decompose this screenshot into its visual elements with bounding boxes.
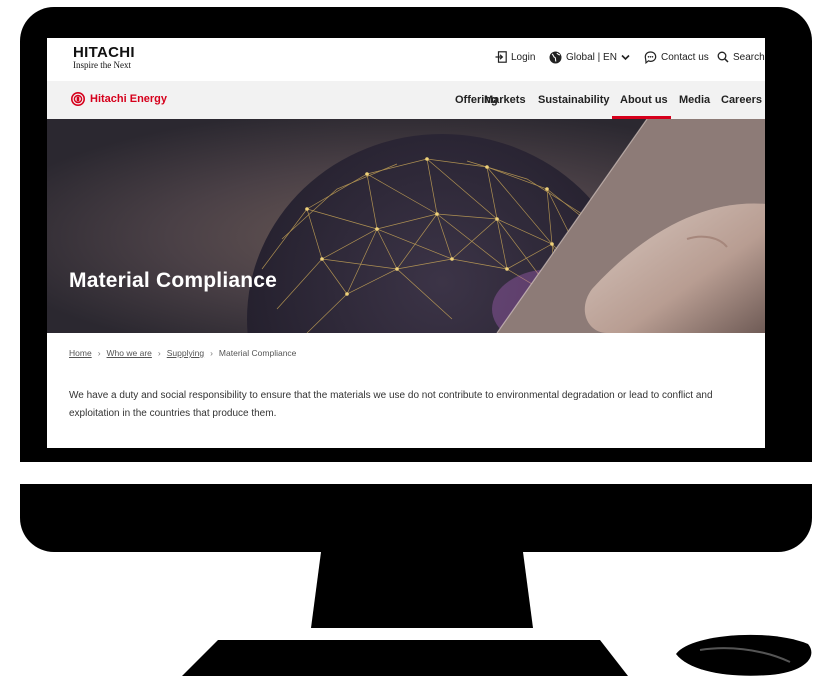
breadcrumb-separator: ›	[97, 348, 101, 358]
page-title: Material Compliance	[69, 269, 278, 292]
hitachi-energy-logo-icon	[71, 92, 85, 106]
browser-screen: HITACHI Inspire the Next Login Global | …	[47, 38, 765, 448]
nav-item-markets[interactable]: Markets	[484, 94, 526, 106]
keyboard-shape	[182, 640, 628, 676]
contact-label: Contact us	[661, 52, 709, 63]
search-icon	[717, 51, 729, 63]
brand-name: HITACHI	[73, 44, 135, 61]
chat-icon	[644, 51, 657, 64]
region-selector[interactable]: Global | EN	[549, 51, 630, 64]
search-link[interactable]: Search	[717, 51, 765, 63]
hero-network-image	[47, 119, 765, 333]
hitachi-energy-logo[interactable]: Hitachi Energy	[71, 92, 167, 106]
hitachi-brand[interactable]: HITACHI Inspire the Next	[73, 45, 135, 70]
login-label: Login	[511, 51, 536, 63]
login-icon	[495, 51, 507, 63]
brand-tagline: Inspire the Next	[73, 60, 131, 70]
intro-paragraph: We have a duty and social responsibility…	[69, 390, 713, 419]
utility-bar: HITACHI Inspire the Next Login Global | …	[47, 38, 765, 81]
nav-item-sustainability[interactable]: Sustainability	[538, 94, 610, 106]
breadcrumb-separator: ›	[157, 348, 161, 358]
breadcrumb-home[interactable]: Home	[69, 348, 92, 358]
breadcrumb-current: Material Compliance	[218, 348, 297, 358]
contact-link[interactable]: Contact us	[644, 51, 709, 64]
nav-item-about-us[interactable]: About us	[620, 94, 668, 106]
nav-item-careers[interactable]: Careers	[721, 94, 762, 106]
main-navigation: Hitachi Energy Offering Markets Sustaina…	[47, 81, 765, 119]
region-label: Global | EN	[566, 52, 617, 63]
login-link[interactable]: Login	[495, 51, 535, 63]
breadcrumb-separator: ›	[210, 348, 213, 358]
mouse-shape	[676, 634, 812, 676]
nav-item-media[interactable]: Media	[679, 94, 710, 106]
search-label: Search	[733, 51, 765, 63]
chevron-down-icon	[621, 54, 630, 61]
breadcrumb: Home › Who we are › Supplying › Material…	[69, 348, 296, 358]
monitor-stand-neck	[311, 552, 533, 628]
globe-icon	[549, 51, 562, 64]
breadcrumb-supplying[interactable]: Supplying	[167, 348, 204, 358]
breadcrumb-who-we-are[interactable]: Who we are	[107, 348, 152, 358]
logo-text: Hitachi Energy	[90, 93, 168, 105]
hero-banner: Material Compliance	[47, 119, 765, 333]
